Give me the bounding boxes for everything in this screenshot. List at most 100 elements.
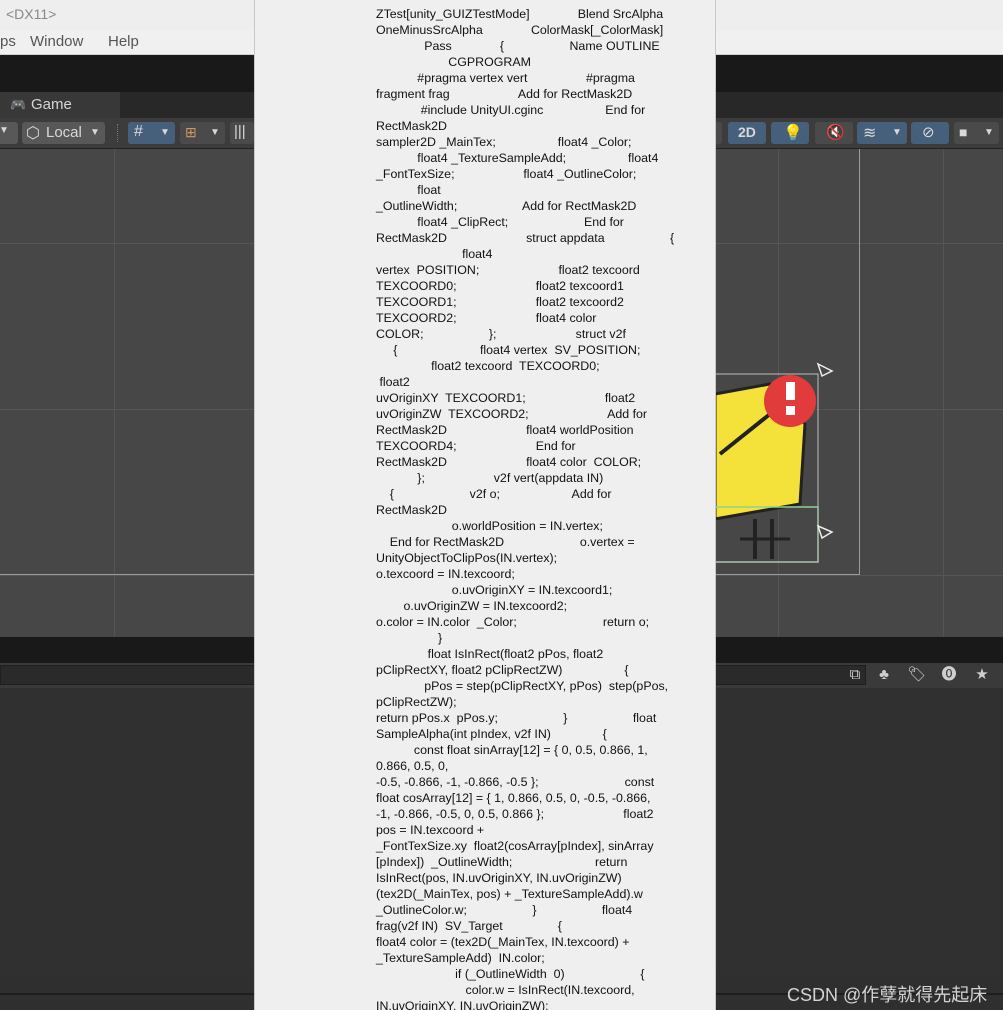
grid-snap-toggle[interactable]: # ▼ [128, 122, 175, 144]
menu-item-tools[interactable]: ps [0, 33, 16, 50]
code-line: TEXCOORD4; End for [376, 439, 576, 453]
code-line: IsInRect(pos, IN.uvOriginXY, IN.uvOrigin… [376, 871, 622, 885]
code-line: pClipRectZW); [376, 695, 457, 709]
chevron-down-icon: ▼ [984, 127, 994, 138]
code-line: float4 _ClipRect; End for [376, 215, 624, 229]
chevron-down-icon: ▼ [0, 125, 9, 136]
code-line: RectMask2D float4 worldPosition [376, 423, 634, 437]
toggle-2d-button[interactable]: 2D [728, 122, 766, 144]
scene-lighting-toggle[interactable]: 💡 [771, 122, 809, 144]
lightbulb-icon: 💡 [783, 125, 803, 142]
code-line: uvOriginXY TEXCOORD1; float2 [376, 391, 636, 405]
code-line: fragment frag Add for RectMask2D [376, 87, 633, 101]
hidden-objects-toggle[interactable]: ⊘ [911, 122, 949, 144]
layers-effects-icon: ≋ [863, 125, 877, 142]
code-line: _FontTexSize; float4 _OutlineColor; [376, 167, 637, 181]
tab-game-label: Game [31, 96, 72, 113]
code-line: RectMask2D [376, 119, 447, 133]
pivot-handle[interactable] [816, 524, 834, 540]
code-line: if (_OutlineWidth 0) { [376, 967, 645, 981]
code-line: float IsInRect(float2 pPos, float2 [376, 647, 604, 661]
code-line: float2 texcoord TEXCOORD0; [376, 359, 600, 373]
code-line: TEXCOORD2; float4 color [376, 311, 597, 325]
chevron-down-icon: ▼ [160, 127, 170, 138]
error-filter-icon[interactable]: ⓿ [937, 663, 961, 687]
code-line: SampleAlpha(int pIndex, v2f IN) { [376, 727, 607, 741]
menu-item-help[interactable]: Help [108, 33, 139, 50]
gamepad-icon: 🎮 [10, 97, 27, 112]
camera-dropdown[interactable]: ■ ▼ [954, 122, 999, 144]
pivot-dropdown[interactable]: ▼ [0, 122, 18, 144]
camera-icon: ■ [959, 124, 968, 140]
code-line: #include UnityUI.cginc End for [376, 103, 646, 117]
code-line: { float4 vertex SV_POSITION; [376, 343, 641, 357]
menu-item-window[interactable]: Window [30, 33, 83, 50]
code-line: pClipRectXY, float2 pClipRectZW) { [376, 663, 629, 677]
mute-speaker-icon: 🔇 [826, 124, 845, 141]
code-line: IN.uvOriginXY, IN.uvOriginZW); [376, 999, 549, 1010]
code-line: float4 [376, 247, 493, 261]
code-line: vertex POSITION; float2 texcoord [376, 263, 640, 277]
snap-increment-icon: ⊞ [185, 124, 197, 140]
eye-slash-icon: ⊘ [922, 124, 935, 141]
code-line: float4 _TextureSampleAdd; float4 [376, 151, 659, 165]
code-line: Pass { Name OUTLINE [376, 39, 660, 53]
code-line: color.w = IsInRect(IN.texcoord, [376, 983, 635, 997]
sprite-preview[interactable] [700, 354, 850, 574]
grid-line [943, 149, 944, 637]
code-line: COLOR; }; struct v2f [376, 327, 626, 341]
tab-game[interactable]: 🎮 Game [0, 92, 120, 118]
code-line: _OutlineWidth; Add for RectMask2D [376, 199, 637, 213]
code-line: _TextureSampleAdd) IN.color; [376, 951, 545, 965]
code-line: frag(v2f IN) SV_Target { [376, 919, 562, 933]
shader-code-text: ZTest[unity_GUIZTestMode] Blend SrcAlpha… [376, 6, 686, 1010]
external-link-icon[interactable]: ⧉ [843, 663, 867, 687]
toggle-2d-label: 2D [738, 124, 756, 140]
type-filter-icon[interactable]: ♣ [872, 663, 896, 687]
code-line: pPos = step(pClipRectXY, pPos) step(pPos… [376, 679, 669, 693]
local-label: Local [46, 124, 82, 141]
code-line: TEXCOORD1; float2 texcoord2 [376, 295, 624, 309]
code-line: float cosArray[12] = { 1, 0.866, 0.5, 0,… [376, 791, 651, 805]
pivot-handle[interactable] [816, 362, 834, 378]
effects-toggle[interactable]: ≋ ▼ [857, 122, 907, 144]
code-line: o.uvOriginXY = IN.texcoord1; [376, 583, 613, 597]
code-line: float4 color = (tex2D(_MainTex, IN.texco… [376, 935, 630, 949]
increment-snap-toggle[interactable]: ⊞ ▼ [180, 122, 225, 144]
audio-toggle[interactable]: 🔇 [815, 122, 853, 144]
code-line: CGPROGRAM [376, 55, 531, 69]
code-line: ZTest[unity_GUIZTestMode] Blend SrcAlpha [376, 7, 664, 21]
code-line: o.uvOriginZW = IN.texcoord2; [376, 599, 568, 613]
code-line: pos = IN.texcoord + [376, 823, 485, 837]
code-line: 0.866, 0.5, 0, [376, 759, 449, 773]
favorite-star-icon[interactable]: ★ [970, 663, 994, 687]
code-line: sampler2D _MainTex; float4 _Color; [376, 135, 632, 149]
label-tag-icon[interactable]: 🏷 [905, 663, 929, 687]
local-global-toggle[interactable]: ⬡ Local ▼ [22, 122, 105, 144]
local-cube-icon: ⬡ [26, 125, 40, 142]
chevron-down-icon: ▼ [90, 127, 100, 138]
toolbar-divider [117, 124, 120, 142]
code-line: [pIndex]) _OutlineWidth; return [376, 855, 628, 869]
exclamation-dot [786, 406, 795, 415]
code-line: o.worldPosition = IN.vertex; [376, 519, 603, 533]
shader-code-panel: ZTest[unity_GUIZTestMode] Blend SrcAlpha… [254, 0, 716, 1010]
ruler-toggle[interactable]: ||| [230, 122, 254, 144]
code-line: } [376, 631, 443, 645]
code-line: TEXCOORD0; float2 texcoord1 [376, 279, 624, 293]
code-line: return pPos.x pPos.y; } float [376, 711, 657, 725]
code-line: RectMask2D [376, 503, 447, 517]
code-line: { v2f o; Add for [376, 487, 612, 501]
code-line: o.texcoord = IN.texcoord; [376, 567, 515, 581]
code-line: RectMask2D float4 color COLOR; [376, 455, 642, 469]
chevron-down-icon: ▼ [210, 127, 220, 138]
code-line: _FontTexSize.xy float2(cosArray[pIndex],… [376, 839, 654, 853]
code-line: #pragma vertex vert #pragma [376, 71, 635, 85]
code-line: const float sinArray[12] = { 0, 0.5, 0.8… [376, 743, 648, 757]
code-line: UnityObjectToClipPos(IN.vertex); [376, 551, 558, 565]
exclamation-icon [786, 382, 795, 400]
code-line: RectMask2D struct appdata { [376, 231, 675, 245]
grid-snap-icon: # [134, 123, 143, 140]
code-line: }; v2f vert(appdata IN) [376, 471, 604, 485]
code-line: End for RectMask2D o.vertex = [376, 535, 635, 549]
